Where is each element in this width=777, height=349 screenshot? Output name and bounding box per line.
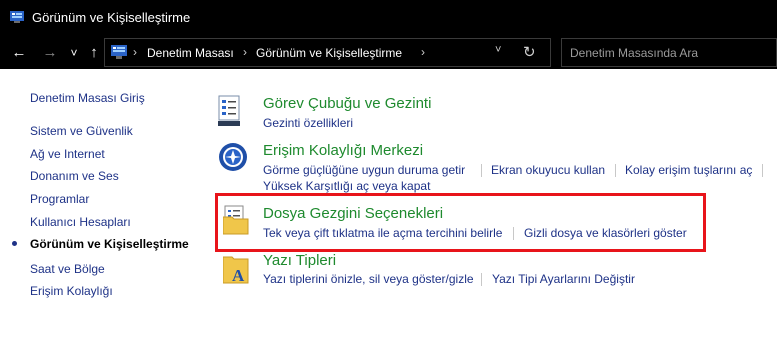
svg-text:A: A: [232, 266, 245, 285]
search-box[interactable]: Denetim Masasında Ara: [561, 38, 777, 67]
control-panel-icon: [10, 11, 24, 23]
sidebar-item-programs[interactable]: Programlar: [30, 192, 89, 206]
forward-icon[interactable]: →: [40, 43, 60, 63]
current-item-bullet: [12, 241, 17, 246]
sidebar-item-user-accounts[interactable]: Kullanıcı Hesapları: [30, 215, 131, 229]
category-title-fonts[interactable]: Yazı Tipleri: [263, 252, 336, 269]
up-icon[interactable]: ↑: [84, 43, 104, 63]
sidebar-item-home[interactable]: Denetim Masası Giriş: [30, 91, 145, 105]
category-title-ease-of-access[interactable]: Erişim Kolaylığı Merkezi: [263, 142, 423, 159]
title-bar: Görünüm ve Kişiselleştirme: [0, 0, 777, 36]
link-divider: [762, 164, 763, 177]
address-bar[interactable]: › Denetim Masası › Görünüm ve Kişiselleş…: [104, 38, 551, 67]
control-panel-icon: [111, 45, 127, 59]
link-divider: [481, 273, 482, 286]
highlight-box: [215, 193, 706, 252]
link-optimize-visual[interactable]: Görme güçlüğüne uygun duruma getir: [263, 163, 465, 177]
refresh-icon[interactable]: ↻: [523, 43, 536, 61]
back-icon[interactable]: ←: [9, 43, 29, 63]
breadcrumb-denetim-masasi[interactable]: Denetim Masası: [147, 46, 234, 60]
recent-locations-icon[interactable]: ˅: [64, 43, 84, 63]
link-screen-reader[interactable]: Ekran okuyucu kullan: [491, 163, 605, 177]
breadcrumb-separator[interactable]: ›: [421, 45, 425, 59]
breadcrumb-gorunum[interactable]: Görünüm ve Kişiselleştirme: [256, 46, 402, 60]
address-dropdown-icon[interactable]: ˅: [495, 44, 501, 56]
ease-of-access-icon[interactable]: [218, 142, 248, 172]
sidebar-item-network[interactable]: Ağ ve Internet: [30, 147, 105, 161]
category-title-taskbar[interactable]: Görev Çubuğu ve Gezinti: [263, 95, 431, 112]
taskbar-icon[interactable]: [218, 95, 240, 127]
breadcrumb-separator[interactable]: ›: [133, 45, 137, 59]
link-font-settings[interactable]: Yazı Tipi Ayarlarını Değiştir: [492, 272, 635, 286]
link-hotkeys[interactable]: Kolay erişim tuşlarını aç: [625, 163, 752, 177]
link-divider: [481, 164, 482, 177]
search-input[interactable]: Denetim Masasında Ara: [570, 46, 698, 60]
link-navigation-properties[interactable]: Gezinti özellikleri: [263, 116, 353, 130]
sidebar-item-hardware-sound[interactable]: Donanım ve Ses: [30, 169, 119, 183]
link-high-contrast[interactable]: Yüksek Karşıtlığı aç veya kapat: [263, 179, 430, 193]
breadcrumb-separator[interactable]: ›: [243, 45, 247, 59]
sidebar-item-system-security[interactable]: Sistem ve Güvenlik: [30, 124, 133, 138]
sidebar-item-appearance: Görünüm ve Kişiselleştirme: [30, 237, 189, 251]
fonts-icon[interactable]: A: [223, 253, 249, 285]
window-title: Görünüm ve Kişiselleştirme: [32, 10, 191, 25]
sidebar-item-ease-of-access[interactable]: Erişim Kolaylığı: [30, 284, 113, 298]
sidebar-item-clock-region[interactable]: Saat ve Bölge: [30, 262, 105, 276]
link-divider: [615, 164, 616, 177]
link-preview-fonts[interactable]: Yazı tiplerini önizle, sil veya göster/g…: [263, 272, 474, 286]
